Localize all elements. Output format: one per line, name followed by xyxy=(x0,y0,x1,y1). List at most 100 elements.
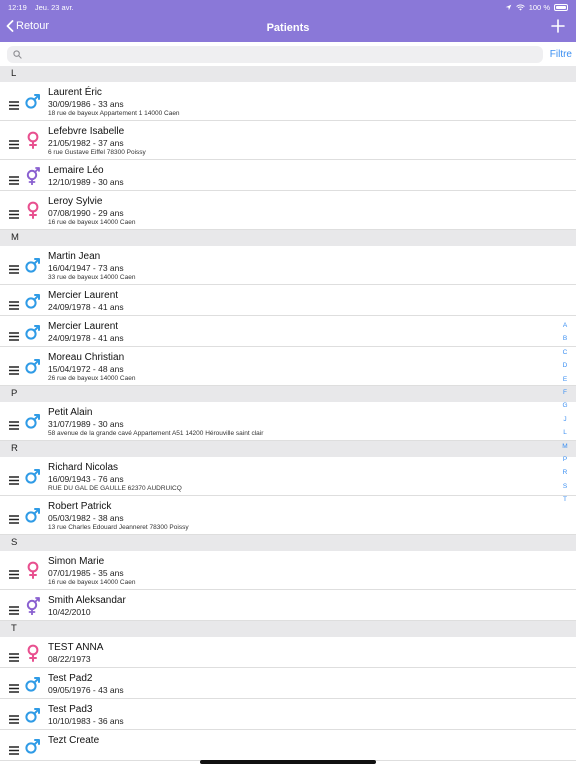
patient-row[interactable]: Smith Aleksandar 10/42/2010 xyxy=(0,590,576,621)
reorder-handle-icon[interactable] xyxy=(9,136,19,149)
patient-row[interactable]: Tezt Create xyxy=(0,730,576,761)
patient-birthdate: 24/09/1978 - 41 ans xyxy=(48,302,124,312)
male-icon xyxy=(25,256,41,274)
other-gender-icon xyxy=(25,597,41,616)
index-letter-l[interactable]: L xyxy=(559,426,571,439)
patient-row[interactable]: Lemaire Léo 12/10/1989 - 30 ans xyxy=(0,160,576,191)
patient-address: 16 rue de bayeux 14000 Caen xyxy=(48,579,136,586)
patient-info: Tezt Create xyxy=(48,735,99,747)
reorder-handle-icon[interactable] xyxy=(9,566,19,579)
index-letter-t[interactable]: T xyxy=(559,493,571,506)
patient-row[interactable]: Robert Patrick 05/03/1982 - 38 ans 13 rue … xyxy=(0,496,576,535)
patient-name: Richard Nicolas xyxy=(48,462,119,473)
patient-name: Lefebvre Isabelle xyxy=(48,126,125,137)
patient-birthdate: 05/03/1982 - 38 ans xyxy=(48,513,124,523)
patient-address: 33 rue de bayeux 14000 Caen xyxy=(48,274,136,281)
patient-row[interactable]: Mercier Laurent 24/09/1978 - 41 ans xyxy=(0,285,576,316)
status-right: 100 % xyxy=(505,3,568,12)
male-icon xyxy=(25,467,41,485)
filter-button[interactable]: Filtre xyxy=(550,49,572,60)
patient-row[interactable]: Petit Alain 31/07/1989 - 30 ans 58 avenue … xyxy=(0,402,576,441)
reorder-handle-icon[interactable] xyxy=(9,472,19,485)
patient-birthdate: 12/10/1989 - 30 ans xyxy=(48,177,124,187)
reorder-handle-icon[interactable] xyxy=(9,711,19,724)
patient-row[interactable]: Mercier Laurent 24/09/1978 - 41 ans xyxy=(0,316,576,347)
patient-name: Laurent Éric xyxy=(48,87,102,98)
reorder-handle-icon[interactable] xyxy=(9,97,19,110)
reorder-handle-icon[interactable] xyxy=(9,742,19,755)
male-icon xyxy=(25,323,41,341)
patient-row[interactable]: Richard Nicolas 16/09/1943 - 76 ans RUE DU… xyxy=(0,457,576,496)
index-letter-g[interactable]: G xyxy=(559,399,571,412)
reorder-handle-icon[interactable] xyxy=(9,172,19,185)
reorder-handle-icon[interactable] xyxy=(9,680,19,693)
patient-info: Smith Aleksandar 10/42/2010 xyxy=(48,595,126,617)
patient-info: Richard Nicolas 16/09/1943 - 76 ans RUE DU… xyxy=(48,462,182,493)
patient-birthdate: 10/42/2010 xyxy=(48,607,91,617)
location-icon xyxy=(505,4,512,11)
patient-info: Martin Jean 16/04/1947 - 73 ans 33 rue de … xyxy=(48,251,135,282)
female-icon xyxy=(25,644,41,662)
patient-row[interactable]: TEST ANNA 08/22/1973 xyxy=(0,637,576,668)
reorder-handle-icon[interactable] xyxy=(9,649,19,662)
index-letter-b[interactable]: B xyxy=(559,332,571,345)
search-row: Filtre xyxy=(0,42,576,66)
patient-row[interactable]: Leroy Sylvie 07/08/1990 - 29 ans 16 rue de… xyxy=(0,191,576,230)
patient-name: Mercier Laurent xyxy=(48,321,119,332)
patient-row[interactable]: Test Pad3 10/10/1983 - 36 ans xyxy=(0,699,576,730)
male-icon xyxy=(25,706,41,724)
section-index[interactable]: ABCDEFGJLMPRST xyxy=(559,319,571,506)
index-letter-a[interactable]: A xyxy=(559,319,571,332)
patient-info: Lemaire Léo 12/10/1989 - 30 ans xyxy=(48,165,124,187)
reorder-handle-icon[interactable] xyxy=(9,511,19,524)
home-indicator xyxy=(200,760,376,764)
patient-info: Robert Patrick 05/03/1982 - 38 ans 13 rue … xyxy=(48,501,189,532)
section-header-r: R xyxy=(0,441,576,457)
patient-name: Test Pad2 xyxy=(48,673,93,684)
index-letter-r[interactable]: R xyxy=(559,466,571,479)
app-window: 12:19 Jeu. 23 avr. 100 % Retour Patients… xyxy=(0,0,576,768)
patient-row[interactable]: Moreau Christian 15/04/1972 - 48 ans 26 ru… xyxy=(0,347,576,386)
index-letter-p[interactable]: P xyxy=(559,453,571,466)
patient-row[interactable]: Lefebvre Isabelle 21/05/1982 - 37 ans 6 ru… xyxy=(0,121,576,160)
male-icon xyxy=(25,675,41,693)
battery-percentage: 100 % xyxy=(528,3,550,12)
patient-row[interactable]: Simon Marie 07/01/1985 - 35 ans 16 rue de … xyxy=(0,551,576,590)
patient-row[interactable]: Martin Jean 16/04/1947 - 73 ans 33 rue de … xyxy=(0,246,576,285)
nav-bar: Retour Patients xyxy=(0,14,576,42)
add-patient-button[interactable] xyxy=(550,18,566,34)
search-input[interactable] xyxy=(27,46,532,63)
index-letter-d[interactable]: D xyxy=(559,359,571,372)
wifi-icon xyxy=(515,4,525,11)
index-letter-f[interactable]: F xyxy=(559,386,571,399)
patient-row[interactable]: Laurent Éric 30/09/1986 - 33 ans 18 rue de… xyxy=(0,82,576,121)
search-field[interactable] xyxy=(7,46,543,63)
index-letter-c[interactable]: C xyxy=(559,346,571,359)
patient-address: RUE DU GAL DE GAULLE 62370 AUDRUICQ xyxy=(48,485,182,492)
patient-info: Laurent Éric 30/09/1986 - 33 ans 18 rue de… xyxy=(48,87,180,118)
patient-name: Simon Marie xyxy=(48,556,105,567)
patient-birthdate: 24/09/1978 - 41 ans xyxy=(48,333,124,343)
section-header-l: L xyxy=(0,66,576,82)
patient-name: Martin Jean xyxy=(48,251,101,262)
male-icon xyxy=(25,737,41,755)
patient-name: TEST ANNA xyxy=(48,642,104,653)
patient-info: Test Pad2 09/05/1976 - 43 ans xyxy=(48,673,124,695)
reorder-handle-icon[interactable] xyxy=(9,362,19,375)
index-letter-j[interactable]: J xyxy=(559,413,571,426)
reorder-handle-icon[interactable] xyxy=(9,417,19,430)
reorder-handle-icon[interactable] xyxy=(9,297,19,310)
reorder-handle-icon[interactable] xyxy=(9,206,19,219)
reorder-handle-icon[interactable] xyxy=(9,261,19,274)
reorder-handle-icon[interactable] xyxy=(9,602,19,615)
index-letter-e[interactable]: E xyxy=(559,373,571,386)
patient-info: Lefebvre Isabelle 21/05/1982 - 37 ans 6 ru… xyxy=(48,126,146,157)
reorder-handle-icon[interactable] xyxy=(9,328,19,341)
section-header-s: S xyxy=(0,535,576,551)
patient-info: Simon Marie 07/01/1985 - 35 ans 16 rue de … xyxy=(48,556,135,587)
patient-birthdate: 16/09/1943 - 76 ans xyxy=(48,474,124,484)
patient-list[interactable]: L Laurent Éric 30/09/1986 - 33 ans 18 rue d… xyxy=(0,66,576,768)
patient-row[interactable]: Test Pad2 09/05/1976 - 43 ans xyxy=(0,668,576,699)
index-letter-m[interactable]: M xyxy=(559,440,571,453)
index-letter-s[interactable]: S xyxy=(559,480,571,493)
